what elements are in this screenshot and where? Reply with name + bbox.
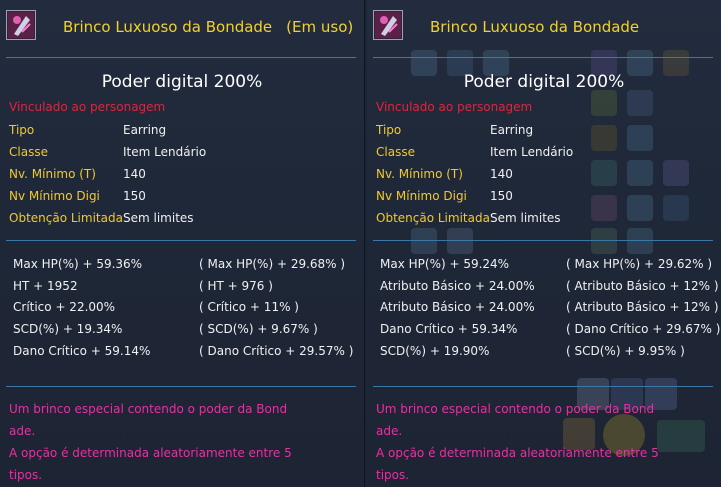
stat-main: Atributo Básico + 24.00% [380, 300, 535, 314]
equipped-status: (Em uso) [286, 18, 354, 36]
divider [373, 57, 713, 58]
info-value: Sem limites [123, 211, 194, 225]
stat-main: Max HP(%) + 59.36% [13, 257, 143, 271]
info-value: Item Lendário [123, 145, 207, 159]
info-value: 140 [490, 167, 513, 181]
item-title: Brinco Luxuoso da Bondade (Em uso) [63, 18, 353, 36]
bound-notice: Vinculado ao personagem [376, 100, 533, 114]
info-value: 150 [490, 189, 513, 203]
info-label: Classe [376, 145, 415, 159]
digital-power: Poder digital 200% [101, 72, 263, 92]
info-label: Nv. Mínimo (T) [9, 167, 96, 181]
tooltip-header: Brinco Luxuoso da Bondade (Em uso) [6, 10, 364, 44]
stat-sub: ( Atributo Básico + 12% ) [566, 300, 719, 314]
stat-sub: ( Max HP(%) + 29.68% ) [199, 257, 346, 271]
description-line: ade. [376, 424, 403, 438]
description-line: Um brinco especial contendo o poder da B… [9, 402, 288, 416]
info-label: Tipo [9, 123, 35, 137]
description-line: tipos. [9, 468, 43, 482]
stat-sub: ( SCD(%) + 9.67% ) [199, 322, 318, 336]
divider [6, 240, 356, 241]
stat-main: Dano Crítico + 59.34% [380, 322, 518, 336]
stat-main: Crítico + 22.00% [13, 300, 116, 314]
info-label: Tipo [376, 123, 402, 137]
earring-item-icon [373, 10, 403, 40]
item-tooltip-compare: Brinco Luxuoso da Bondade Poder digital … [367, 0, 721, 487]
description-line: Um brinco especial contendo o poder da B… [376, 402, 655, 416]
description-line: A opção é determinada aleatoriamente ent… [9, 446, 292, 460]
stat-sub: ( Max HP(%) + 29.62% ) [566, 257, 713, 271]
info-label: Nv Mínimo Digi [376, 189, 467, 203]
divider [6, 57, 356, 58]
stat-sub: ( Dano Crítico + 29.67% ) [566, 322, 721, 336]
digital-power: Poder digital 200% [463, 72, 625, 92]
stat-main: HT + 1952 [13, 279, 78, 293]
item-name: Brinco Luxuoso da Bondade [430, 18, 640, 36]
item-title: Brinco Luxuoso da Bondade [430, 18, 639, 36]
info-label: Obtenção Limitada [9, 211, 123, 225]
item-name: Brinco Luxuoso da Bondade [63, 18, 273, 36]
item-tooltip-equipped: Brinco Luxuoso da Bondade (Em uso) Poder … [0, 0, 365, 487]
description-line: tipos. [376, 468, 410, 482]
bound-notice: Vinculado ao personagem [9, 100, 166, 114]
stat-main: Max HP(%) + 59.24% [380, 257, 510, 271]
info-value: Item Lendário [490, 145, 574, 159]
info-value: Earring [123, 123, 167, 137]
earring-item-icon [6, 10, 36, 40]
stat-sub: ( SCD(%) + 9.95% ) [566, 344, 685, 358]
divider [6, 386, 356, 387]
info-value: Sem limites [490, 211, 561, 225]
tooltip-header: Brinco Luxuoso da Bondade [373, 10, 721, 44]
info-value: 140 [123, 167, 146, 181]
stat-main: SCD(%) + 19.90% [380, 344, 490, 358]
stat-sub: ( Dano Crítico + 29.57% ) [199, 344, 354, 358]
stat-sub: ( HT + 976 ) [199, 279, 273, 293]
divider [373, 386, 713, 387]
stat-sub: ( Atributo Básico + 12% ) [566, 279, 719, 293]
info-label: Nv. Mínimo (T) [376, 167, 463, 181]
info-value: Earring [490, 123, 534, 137]
info-value: 150 [123, 189, 146, 203]
stat-sub: ( Crítico + 11% ) [199, 300, 299, 314]
description-line: A opção é determinada aleatoriamente ent… [376, 446, 659, 460]
stat-main: Atributo Básico + 24.00% [380, 279, 535, 293]
info-label: Obtenção Limitada [376, 211, 490, 225]
stat-main: Dano Crítico + 59.14% [13, 344, 151, 358]
info-label: Classe [9, 145, 48, 159]
divider [373, 240, 713, 241]
stat-main: SCD(%) + 19.34% [13, 322, 123, 336]
description-line: ade. [9, 424, 36, 438]
info-label: Nv Mínimo Digi [9, 189, 100, 203]
